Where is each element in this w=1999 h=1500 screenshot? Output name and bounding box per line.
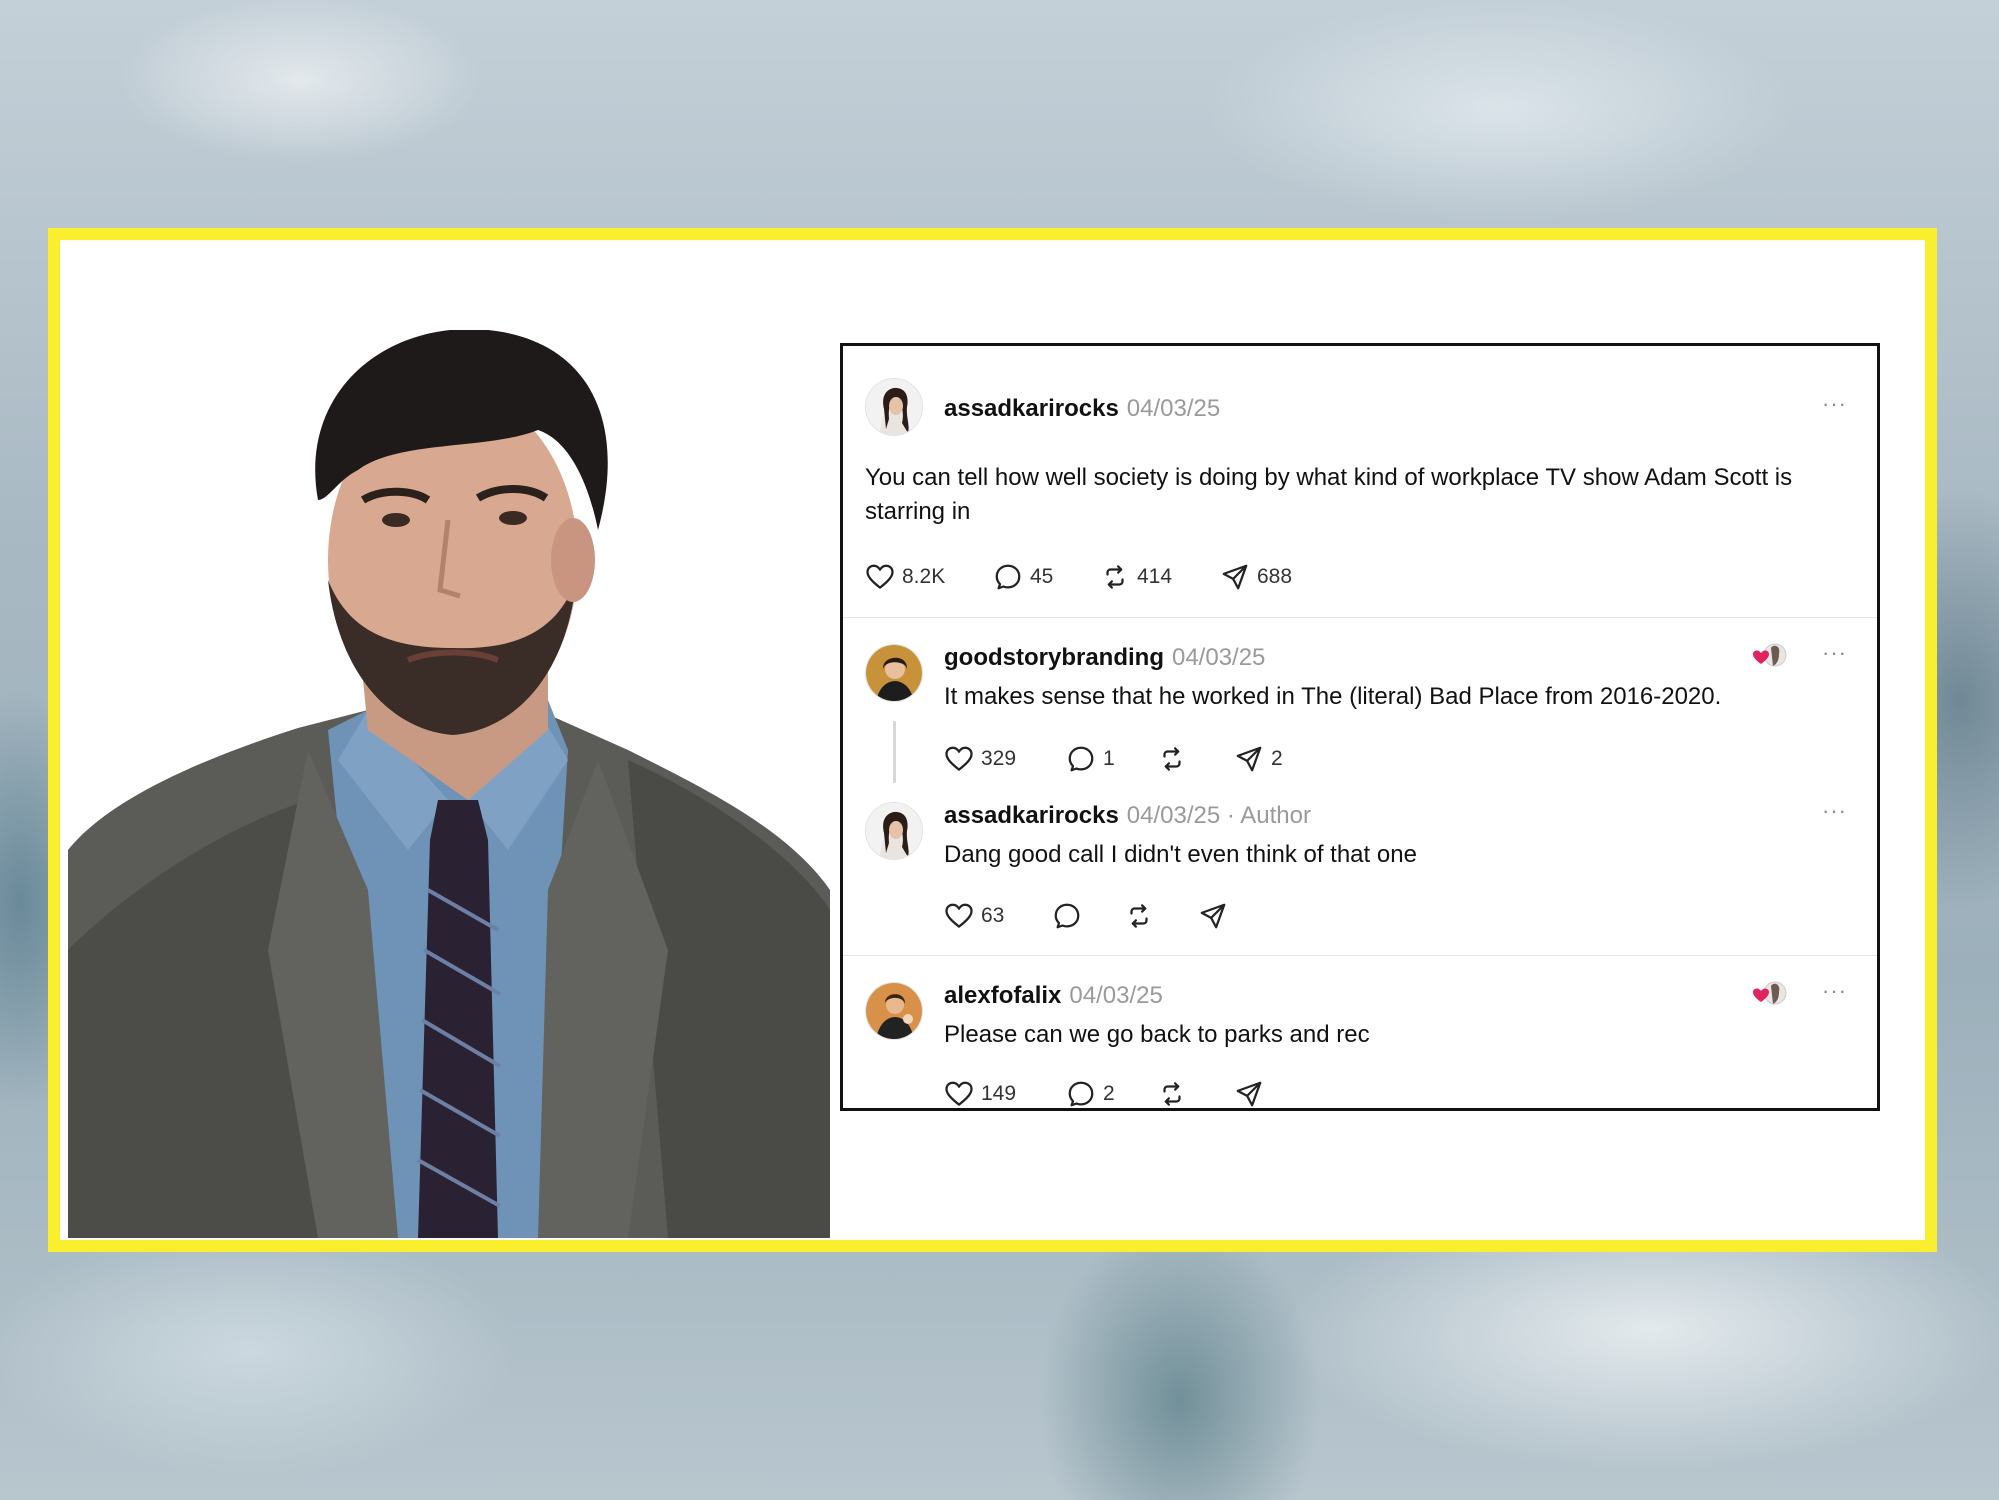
reply-button[interactable]: 1 [1066,741,1115,777]
more-icon[interactable]: ··· [1822,391,1847,417]
share-button[interactable]: 688 [1220,559,1292,595]
repost-icon [1157,744,1187,774]
post-header: assadkarirocks 04/03/25 · Author [944,802,1311,830]
post-date: 04/03/25 [1171,644,1266,671]
avatar[interactable] [865,644,923,702]
share-icon [1220,562,1250,592]
heart-icon [944,744,974,774]
divider [843,617,1877,618]
post-date: 04/03/25 [1126,802,1221,829]
post-date: 04/03/25 [1069,982,1163,1009]
comment-icon [1066,744,1096,774]
like-button[interactable]: 329 [944,741,1016,777]
heart-icon [865,562,895,592]
like-button[interactable]: 8.2K [865,559,945,595]
more-icon[interactable]: ··· [1822,640,1847,666]
username[interactable]: assadkarirocks [944,802,1119,829]
repost-button[interactable] [1157,741,1194,777]
like-button[interactable]: 63 [944,898,1004,934]
post-date: 04/03/25 [1126,395,1221,422]
share-icon [1234,1079,1264,1109]
repost-count: 414 [1137,565,1173,588]
divider [843,955,1877,956]
reply-count: 45 [1030,565,1054,588]
share-icon [1234,744,1264,774]
like-count: 329 [981,747,1017,770]
heart-icon [944,901,974,931]
more-icon[interactable]: ··· [1822,978,1847,1004]
post-text: Please can we go back to parks and rec [944,1021,1370,1048]
post-actions: 8.2K 45 414 688 [865,559,1465,595]
post-text: It makes sense that he worked in The (li… [944,683,1722,710]
post-actions: 149 2 [944,1076,1444,1111]
username[interactable]: goodstorybranding [944,644,1164,671]
avatar[interactable] [865,378,923,436]
thread-connector-line [893,721,896,783]
reply-button[interactable] [1052,898,1089,934]
repost-icon [1100,562,1130,592]
author-tag: · Author [1226,802,1311,829]
post-header: goodstorybranding 04/03/25 [944,644,1265,672]
comment-icon [1066,1079,1096,1109]
post-text: You can tell how well society is doing b… [865,464,1793,525]
share-button[interactable]: 2 [1234,741,1283,777]
share-button[interactable] [1234,1076,1271,1111]
liked-by-author-indicator [1749,980,1789,1008]
repost-button[interactable] [1157,1076,1194,1111]
reply-count: 1 [1103,747,1115,770]
post-actions: 329 1 2 [944,741,1444,777]
like-count: 63 [981,904,1005,927]
share-count: 2 [1271,747,1283,770]
username[interactable]: alexfofalix [944,982,1061,1009]
share-button[interactable] [1198,898,1235,934]
post-text: Dang good call I didn't even think of th… [944,841,1417,868]
heart-icon [944,1079,974,1109]
comment-icon [1052,901,1082,931]
comment-icon [993,562,1023,592]
repost-button[interactable]: 414 [1100,559,1172,595]
repost-icon [1157,1079,1187,1109]
like-count: 8.2K [902,565,946,588]
reply-count: 2 [1103,1082,1115,1105]
avatar[interactable] [865,982,923,1040]
avatar[interactable] [865,802,923,860]
post-header: alexfofalix 04/03/25 [944,982,1163,1010]
share-icon [1198,901,1228,931]
repost-icon [1124,901,1154,931]
reply-button[interactable]: 45 [993,559,1053,595]
man-portrait-photo [68,330,830,1238]
like-button[interactable]: 149 [944,1076,1016,1111]
like-count: 149 [981,1082,1017,1105]
more-icon[interactable]: ··· [1822,798,1847,824]
share-count: 688 [1257,565,1293,588]
threads-conversation-card: assadkarirocks 04/03/25 ··· You can tell … [840,343,1880,1111]
username[interactable]: assadkarirocks [944,395,1119,422]
post-header: assadkarirocks 04/03/25 [944,395,1220,423]
repost-button[interactable] [1124,898,1161,934]
post-actions: 63 [944,898,1444,934]
liked-by-author-indicator [1749,642,1789,670]
reply-button[interactable]: 2 [1066,1076,1115,1111]
